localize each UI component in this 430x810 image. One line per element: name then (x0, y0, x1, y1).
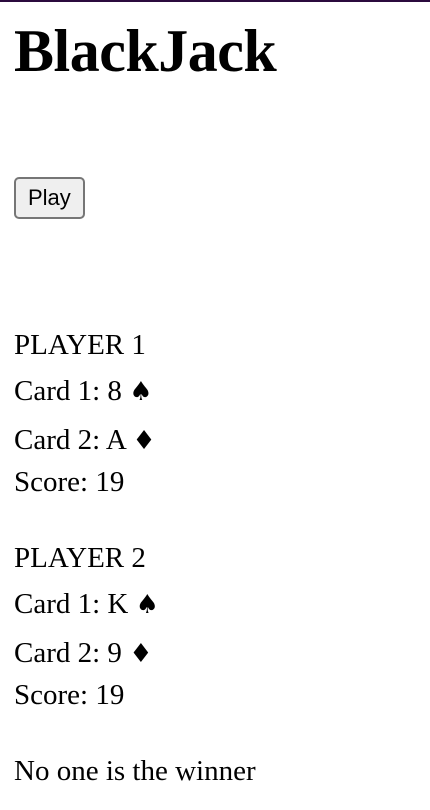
player-1-card-1: Card 1: 8 ♠ (14, 374, 153, 409)
spade-icon: ♠ (135, 590, 159, 620)
play-button[interactable]: Play (14, 177, 85, 219)
player-1-card-1-text: Card 1: 8 (14, 375, 122, 407)
player-1-card-2: Card 2: A ♦ (14, 423, 156, 458)
result-message: No one is the winner (14, 755, 256, 787)
player-1-card-2-text: Card 2: A (14, 424, 126, 456)
diamond-icon: ♦ (129, 639, 153, 669)
spade-icon: ♠ (129, 377, 153, 407)
player-2-card-1-text: Card 1: K (14, 588, 129, 620)
player-2-card-2: Card 2: 9 ♦ (14, 636, 153, 671)
player-2-card-2-text: Card 2: 9 (14, 637, 122, 669)
page: BlackJack Play PLAYER 1 Card 1: 8 ♠ Card… (0, 0, 430, 810)
player-2-score: Score: 19 (14, 679, 125, 711)
diamond-icon: ♦ (132, 426, 156, 456)
player-2-card-1: Card 1: K ♠ (14, 587, 159, 622)
top-border (0, 0, 430, 2)
page-title: BlackJack (14, 18, 277, 84)
player-2-label: PLAYER 2 (14, 542, 146, 574)
player-1-score: Score: 19 (14, 466, 125, 498)
player-1-label: PLAYER 1 (14, 329, 146, 361)
